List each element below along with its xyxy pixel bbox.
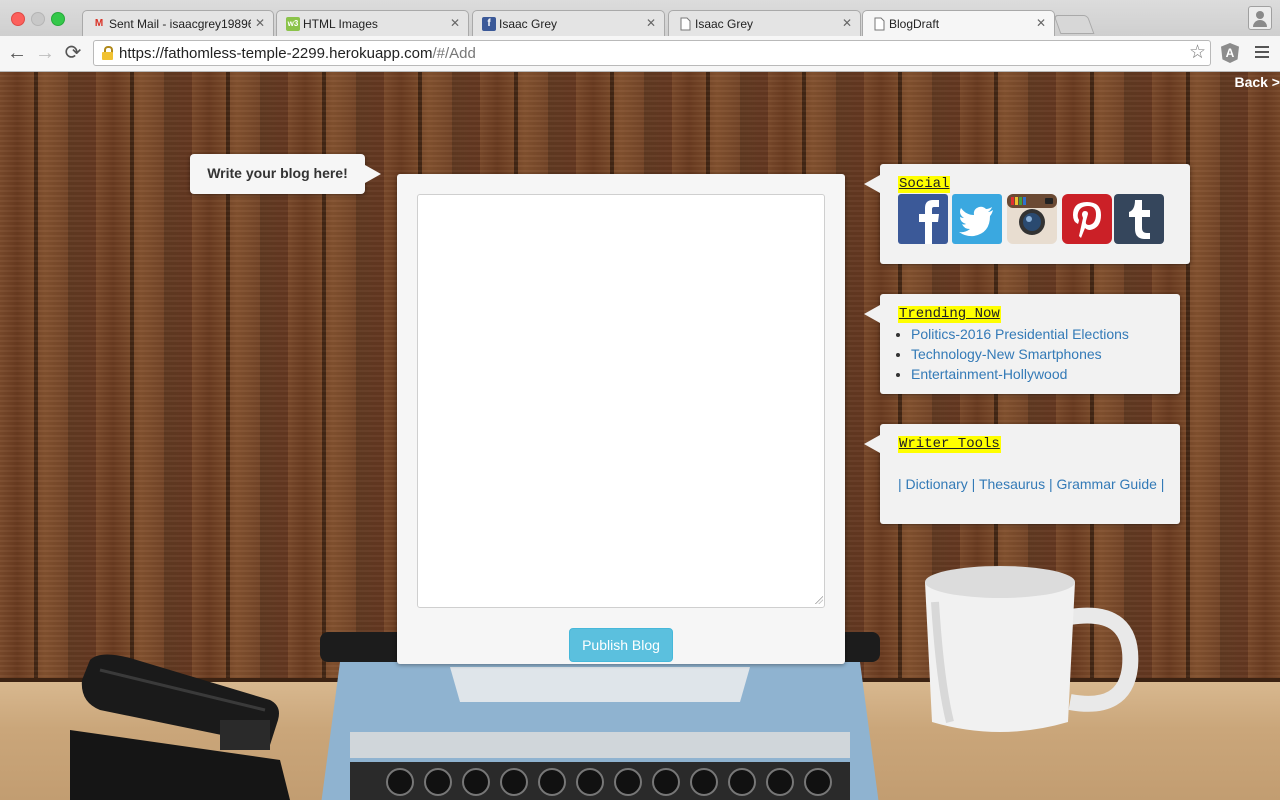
tab-title: HTML Images	[303, 17, 378, 31]
pinterest-icon[interactable]	[1062, 194, 1112, 244]
tab-close-icon[interactable]: ✕	[1036, 16, 1046, 30]
social-card: Social	[864, 164, 1190, 264]
separator: |	[898, 476, 902, 492]
card-arrow	[864, 305, 880, 323]
separator: |	[1160, 476, 1165, 492]
card-arrow	[864, 435, 880, 453]
document-icon	[872, 17, 886, 31]
page-viewport: Back > Write your blog here! Publish Blo…	[0, 72, 1280, 800]
separator: |	[971, 476, 976, 492]
grammar-guide-link[interactable]: Grammar Guide	[1057, 476, 1157, 492]
writer-tools-heading: Writer Tools	[898, 436, 1001, 453]
browser-toolbar: ← → ⟳ https://fathomless-temple-2299.her…	[0, 36, 1280, 72]
trending-link[interactable]: Entertainment-Hollywood	[911, 366, 1067, 382]
tab-title: Sent Mail - isaacgrey19896	[109, 17, 251, 31]
angular-extension-icon[interactable]: A	[1221, 43, 1239, 63]
writer-tools-links: | Dictionary | Thesaurus | Grammar Guide…	[898, 476, 1164, 492]
tab-title: BlogDraft	[889, 17, 940, 31]
separator: |	[1049, 476, 1053, 492]
tab-close-icon[interactable]: ✕	[450, 16, 460, 30]
tab-isaac-grey[interactable]: Isaac Grey ✕	[668, 10, 861, 36]
url-text: https://fathomless-temple-2299.herokuapp…	[119, 45, 476, 62]
url-host: https://fathomless-temple-2299.herokuapp…	[119, 45, 433, 62]
tumblr-icon[interactable]	[1114, 194, 1164, 244]
profile-icon[interactable]	[1248, 6, 1272, 30]
w3schools-icon: w3	[286, 17, 300, 31]
window-close-button[interactable]	[11, 12, 25, 26]
back-arrow-icon[interactable]: ←	[6, 42, 28, 64]
facebook-icon: f	[482, 17, 496, 31]
bookmark-star-icon[interactable]: ☆	[1189, 42, 1206, 64]
social-heading: Social	[898, 176, 951, 193]
blog-textarea[interactable]	[417, 194, 825, 608]
trending-link[interactable]: Politics-2016 Presidential Elections	[911, 326, 1129, 342]
tab-close-icon[interactable]: ✕	[842, 16, 852, 30]
new-tab-button[interactable]	[1053, 15, 1095, 34]
callout-text: Write your blog here!	[207, 165, 348, 181]
reload-icon[interactable]: ⟳	[62, 42, 84, 64]
lock-icon	[102, 46, 113, 60]
window-maximize-button[interactable]	[51, 12, 65, 26]
twitter-icon[interactable]	[952, 194, 1002, 244]
url-path: /#/Add	[432, 45, 476, 62]
tab-close-icon[interactable]: ✕	[646, 16, 656, 30]
list-item: Politics-2016 Presidential Elections	[911, 324, 1129, 344]
forward-arrow-icon[interactable]: →	[34, 42, 56, 64]
stapler-image	[70, 654, 290, 800]
tab-title: Isaac Grey	[499, 17, 558, 31]
document-icon	[678, 17, 692, 31]
gmail-icon: M	[94, 18, 104, 29]
trending-link[interactable]: Technology-New Smartphones	[911, 346, 1102, 362]
facebook-icon[interactable]	[898, 194, 948, 244]
card-arrow	[864, 175, 880, 193]
window-minimize-button[interactable]	[31, 12, 45, 26]
write-blog-callout: Write your blog here!	[190, 154, 381, 194]
writer-tools-card: Writer Tools | Dictionary | Thesaurus | …	[864, 424, 1180, 524]
tab-facebook-isaac-grey[interactable]: f Isaac Grey ✕	[472, 10, 665, 36]
publish-blog-button[interactable]: Publish Blog	[569, 628, 673, 662]
blog-editor-panel: Publish Blog	[397, 174, 845, 664]
tab-close-icon[interactable]: ✕	[255, 16, 265, 30]
resize-handle-icon[interactable]	[815, 596, 823, 604]
thesaurus-link[interactable]: Thesaurus	[979, 476, 1045, 492]
tab-sent-mail[interactable]: M Sent Mail - isaacgrey19896 ✕	[82, 10, 274, 36]
tab-title: Isaac Grey	[695, 17, 754, 31]
address-bar[interactable]: https://fathomless-temple-2299.herokuapp…	[93, 40, 1211, 66]
dictionary-link[interactable]: Dictionary	[906, 476, 968, 492]
list-item: Technology-New Smartphones	[911, 344, 1129, 364]
trending-heading: Trending Now	[898, 306, 1001, 323]
tab-blogdraft[interactable]: BlogDraft ✕	[862, 10, 1055, 37]
list-item: Entertainment-Hollywood	[911, 364, 1129, 384]
callout-arrow	[365, 165, 381, 183]
instagram-icon[interactable]	[1007, 194, 1057, 244]
back-link[interactable]: Back >	[1234, 74, 1280, 90]
trending-list: Politics-2016 Presidential Elections Tec…	[892, 324, 1129, 384]
tab-strip: M Sent Mail - isaacgrey19896 ✕ w3 HTML I…	[0, 0, 1280, 37]
menu-icon[interactable]	[1255, 46, 1269, 61]
tab-html-images[interactable]: w3 HTML Images ✕	[276, 10, 469, 36]
coffee-mug-image	[925, 566, 1139, 732]
trending-card: Trending Now Politics-2016 Presidential …	[864, 294, 1180, 394]
